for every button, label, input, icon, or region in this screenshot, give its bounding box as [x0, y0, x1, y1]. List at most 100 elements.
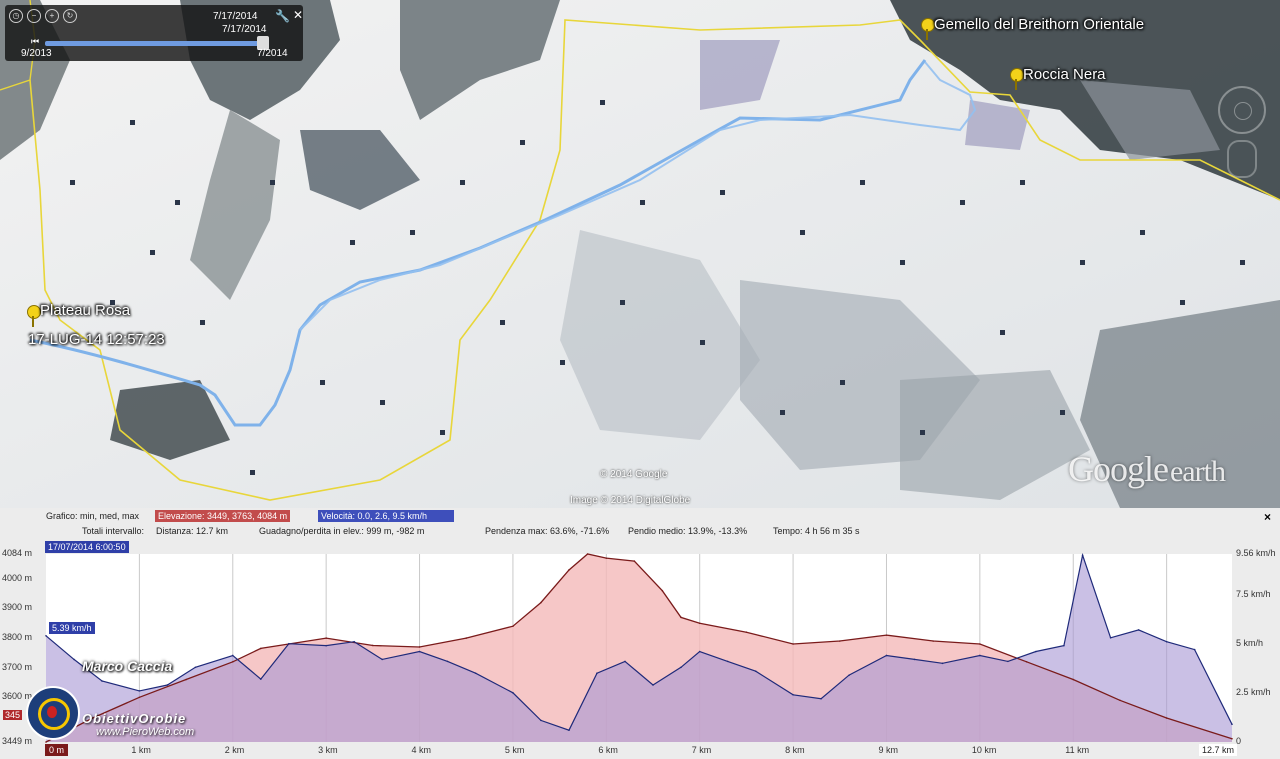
y-left-tick: 3600 m [2, 691, 33, 702]
slider-date-current: 7/17/2014 [222, 24, 267, 35]
x-tick: 9 km [878, 745, 898, 755]
speed-point [1063, 644, 1065, 647]
x-tick: 6 km [598, 745, 618, 755]
speed-point [568, 729, 570, 732]
zoom-out-icon[interactable]: − [27, 9, 41, 23]
elevation-point [1165, 717, 1168, 719]
speed-point [446, 660, 449, 663]
step-back-icon[interactable]: ⏮ [31, 36, 39, 47]
x-tick: 4 km [411, 745, 432, 755]
speed-point [325, 644, 327, 647]
speed-point [820, 697, 822, 700]
elevation-point [680, 616, 682, 619]
elevation-point [465, 637, 468, 639]
site-watermark: ObiettivOrobie [82, 711, 187, 726]
y-right-tick: 7.5 km/h [1236, 588, 1271, 599]
profile-chart[interactable] [0, 508, 1280, 759]
speed-point [848, 674, 850, 676]
author-watermark: Marco Caccia [82, 658, 173, 674]
slider-range-end: 7/2014 [257, 48, 288, 59]
y-right-tick: 2.5 km/h [1236, 686, 1271, 697]
speed-point [474, 672, 477, 674]
elevation-point [568, 569, 570, 571]
speed-point [138, 690, 141, 692]
elevation-point [372, 644, 374, 647]
x-tick: 10 km [971, 745, 997, 755]
cursor-speed-marker: 5.39 km/h [48, 621, 96, 635]
elevation-point [633, 560, 636, 562]
y-left-tick: 4000 m [2, 572, 33, 583]
x-tick: 1 km [131, 745, 151, 755]
map-copyright: © 2014 Google [600, 469, 668, 480]
y-left-tick: 4084 m [2, 548, 33, 558]
elevation-point [418, 646, 421, 648]
slider-range-start: 9/2013 [21, 48, 52, 59]
speed-point [73, 658, 75, 661]
elevation-point [45, 741, 47, 743]
refresh-icon[interactable]: ↻ [63, 9, 77, 23]
elevation-point [1119, 699, 1121, 702]
pushpin-icon[interactable] [27, 305, 41, 327]
speed-point [288, 642, 290, 645]
speed-point [101, 680, 103, 682]
speed-point [512, 692, 514, 694]
x-tick: 2 km [224, 745, 245, 755]
speed-point [381, 658, 383, 661]
close-icon[interactable]: ✕ [293, 8, 303, 22]
time-slider[interactable]: ◷ − + ↻ 7/17/2014 🔧 ✕ 7/17/2014 ⏮ 9/2013… [5, 5, 303, 61]
speed-point [652, 684, 654, 686]
speed-point [1193, 648, 1196, 651]
place-label-gemello[interactable]: Gemello del Breithorn Orientale [934, 16, 1144, 33]
speed-point [45, 635, 47, 637]
y-left-tick: 3800 m [2, 632, 33, 643]
elevation-point [1072, 678, 1075, 681]
x-tick: 3 km [318, 745, 338, 755]
y-left-tick: 3449 m [2, 736, 33, 746]
place-label-roccia-nera[interactable]: Roccia Nera [1023, 66, 1106, 83]
x-tick-end: 12.7 km [1199, 744, 1238, 756]
elevation-point [231, 660, 234, 663]
y-right-tick: 5 km/h [1236, 637, 1264, 648]
y-left-tick: 3700 m [2, 661, 33, 672]
speed-point [418, 650, 421, 653]
elevation-point [138, 696, 141, 699]
speed-point [754, 670, 757, 673]
slider-track[interactable] [45, 41, 260, 46]
speed-point [680, 666, 682, 669]
speed-point [166, 684, 169, 686]
elevation-point [661, 589, 664, 592]
speed-point [792, 694, 794, 696]
y-left-tick: 3900 m [2, 602, 33, 613]
elevation-point [325, 637, 327, 639]
navigation-ring-icon[interactable] [1218, 86, 1266, 134]
elevation-point [745, 631, 748, 633]
street-view-icon[interactable] [1227, 140, 1257, 178]
y-right-tick: 9.56 km/h [1236, 548, 1276, 558]
pushpin-icon[interactable] [921, 18, 935, 40]
place-label-plateau-rosa[interactable]: Plateau Rosa [40, 302, 130, 319]
zoom-in-icon[interactable]: + [45, 9, 59, 23]
pushpin-icon[interactable] [1010, 68, 1024, 90]
elevation-profile-panel[interactable]: Grafico: min, med, max Elevazione: 3449,… [0, 508, 1280, 759]
speed-point [1137, 629, 1140, 631]
elevation-point [259, 647, 262, 650]
speed-point [1035, 650, 1037, 653]
speed-point [913, 658, 916, 661]
elevation-point [605, 557, 608, 559]
speed-point [698, 650, 701, 653]
elevation-point [185, 678, 187, 681]
elevation-point [838, 640, 841, 642]
wrench-icon[interactable]: 🔧 [275, 9, 290, 23]
elevation-point [885, 634, 888, 636]
elevation-point [586, 553, 589, 555]
speed-point [259, 678, 262, 680]
speed-point [1081, 554, 1084, 556]
elevation-point [540, 601, 542, 604]
track-timestamp-label: 17-LUG-14 12:57:23 [28, 331, 165, 348]
clock-icon[interactable]: ◷ [9, 9, 23, 23]
satellite-map[interactable]: Gemello del Breithorn Orientale Roccia N… [0, 0, 1280, 508]
speed-point [1007, 660, 1009, 663]
speed-point [231, 654, 234, 657]
x-tick-start: 0 m [45, 744, 69, 756]
site-logo-icon [26, 686, 80, 740]
